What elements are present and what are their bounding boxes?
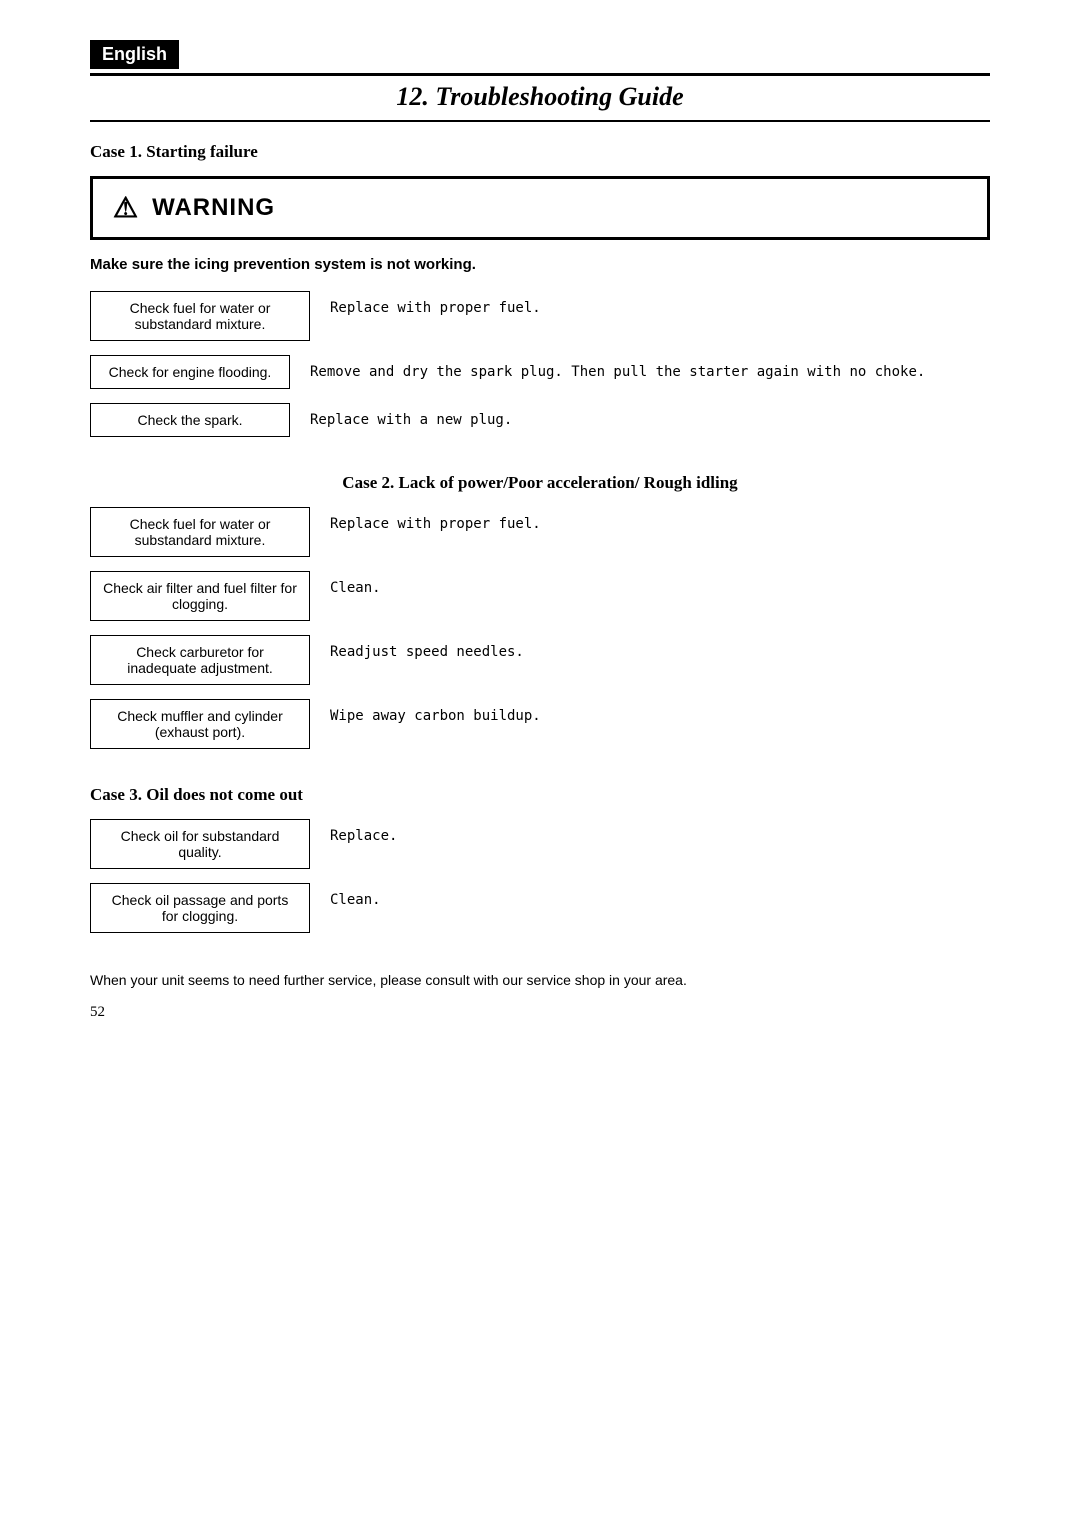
cause-cell: Check for engine flooding. bbox=[90, 355, 290, 389]
warning-box: ⚠ WARNING bbox=[90, 176, 990, 240]
case3-section: Case 3. Oil does not come out Check oil … bbox=[90, 785, 990, 933]
remedy-cell: Replace. bbox=[330, 819, 990, 847]
remedy-cell: Clean. bbox=[330, 883, 990, 911]
cause-cell: Check oil passage and ports for clogging… bbox=[90, 883, 310, 933]
table-row: Check oil for substandard quality. Repla… bbox=[90, 819, 990, 869]
case3-table: Check oil for substandard quality. Repla… bbox=[90, 819, 990, 933]
page-title: 12. Troubleshooting Guide bbox=[90, 82, 990, 122]
case2-title: Case 2. Lack of power/Poor acceleration/… bbox=[90, 473, 990, 493]
remedy-cell: Replace with proper fuel. bbox=[330, 507, 990, 535]
page-number: 52 bbox=[90, 1004, 105, 1021]
table-row: Check fuel for water or substandard mixt… bbox=[90, 507, 990, 557]
language-badge: English bbox=[90, 40, 179, 69]
table-row: Check oil passage and ports for clogging… bbox=[90, 883, 990, 933]
cause-cell: Check fuel for water or substandard mixt… bbox=[90, 507, 310, 557]
case1-section: Case 1. Starting failure ⚠ WARNING Make … bbox=[90, 142, 990, 437]
table-row: Check air filter and fuel filter for clo… bbox=[90, 571, 990, 621]
footer-note: When your unit seems to need further ser… bbox=[90, 969, 990, 991]
case2-table: Check fuel for water or substandard mixt… bbox=[90, 507, 990, 749]
remedy-cell: Readjust speed needles. bbox=[330, 635, 990, 663]
cause-cell: Check muffler and cylinder (exhaust port… bbox=[90, 699, 310, 749]
case3-title: Case 3. Oil does not come out bbox=[90, 785, 990, 805]
case1-title: Case 1. Starting failure bbox=[90, 142, 990, 162]
remedy-cell: Replace with proper fuel. bbox=[330, 291, 990, 319]
cause-cell: Check fuel for water or substandard mixt… bbox=[90, 291, 310, 341]
warning-note: Make sure the icing prevention system is… bbox=[90, 256, 990, 273]
table-row: Check for engine flooding. Remove and dr… bbox=[90, 355, 990, 389]
case1-table: Check fuel for water or substandard mixt… bbox=[90, 291, 990, 437]
table-row: Check carburetor for inadequate adjustme… bbox=[90, 635, 990, 685]
cause-cell: Check air filter and fuel filter for clo… bbox=[90, 571, 310, 621]
cause-cell: Check the spark. bbox=[90, 403, 290, 437]
warning-icon: ⚠ bbox=[113, 191, 138, 225]
case2-section: Case 2. Lack of power/Poor acceleration/… bbox=[90, 473, 990, 749]
table-row: Check muffler and cylinder (exhaust port… bbox=[90, 699, 990, 749]
title-divider bbox=[90, 73, 990, 76]
remedy-cell: Wipe away carbon buildup. bbox=[330, 699, 990, 727]
remedy-cell: Clean. bbox=[330, 571, 990, 599]
table-row: Check the spark. Replace with a new plug… bbox=[90, 403, 990, 437]
remedy-cell: Replace with a new plug. bbox=[310, 403, 990, 431]
remedy-cell: Remove and dry the spark plug. Then pull… bbox=[310, 355, 990, 383]
cause-cell: Check oil for substandard quality. bbox=[90, 819, 310, 869]
cause-cell: Check carburetor for inadequate adjustme… bbox=[90, 635, 310, 685]
table-row: Check fuel for water or substandard mixt… bbox=[90, 291, 990, 341]
warning-label: WARNING bbox=[152, 194, 275, 222]
